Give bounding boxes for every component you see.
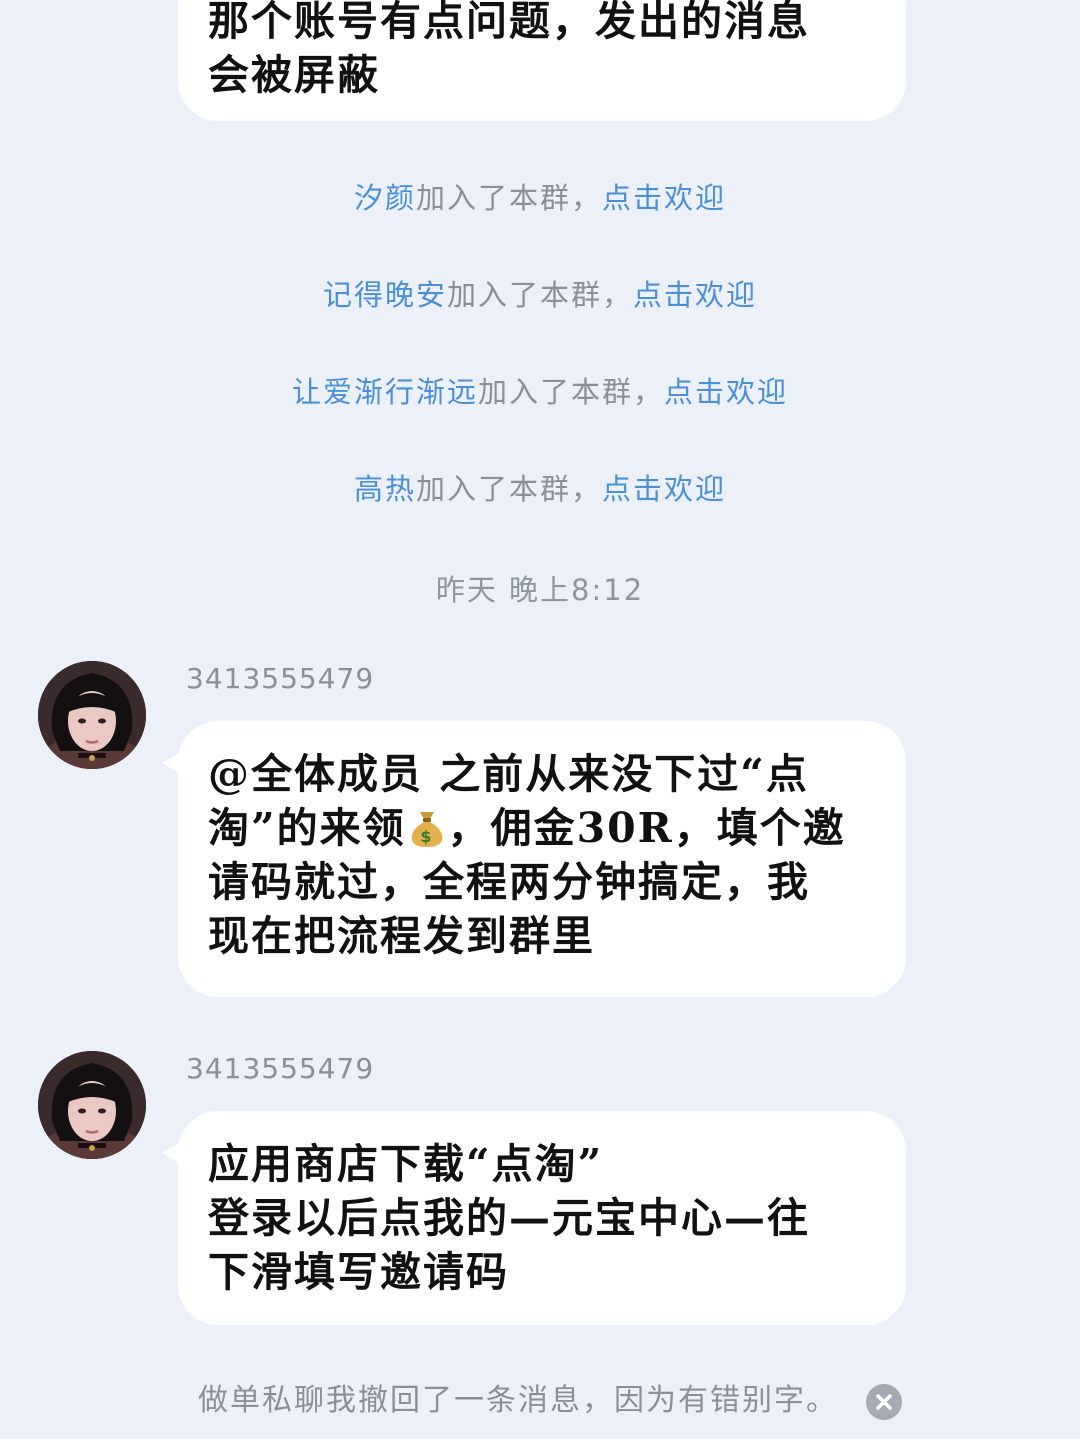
message-text: 那个账号有点问题，发出的消息 会被屏蔽 [208, 0, 810, 99]
sender-name[interactable]: 3413555479 [186, 1052, 374, 1085]
welcome-link[interactable]: 点击欢迎 [633, 278, 757, 312]
join-text: 加入了本群， [415, 472, 602, 506]
welcome-link[interactable]: 点击欢迎 [664, 375, 788, 409]
welcome-link[interactable]: 点击欢迎 [602, 181, 726, 215]
join-text: 加入了本群， [415, 181, 602, 215]
money-bag-icon: $ [408, 807, 446, 847]
avatar-portrait-icon [38, 1051, 146, 1159]
close-icon[interactable] [866, 1384, 902, 1420]
message-bubble[interactable]: 应用商店下载“点淘” 登录以后点我的—元宝中心—往 下滑填写邀请码 [162, 1111, 906, 1325]
message-bubble-top[interactable]: 那个账号有点问题，发出的消息 会被屏蔽 [178, 0, 906, 121]
message-bubble[interactable]: @全体成员 之前从来没下过“点 淘”的来领 $ ，佣金30R，填个邀 请码就过，… [162, 721, 906, 997]
svg-text:$: $ [420, 827, 433, 846]
join-notice: 高热加入了本群，点击欢迎 [0, 469, 1080, 509]
member-name-link[interactable]: 汐颜 [354, 181, 416, 215]
join-notice: 让爱渐行渐远加入了本群，点击欢迎 [0, 372, 1080, 412]
avatar-portrait-icon [38, 661, 146, 769]
avatar[interactable] [38, 1051, 146, 1159]
message-text: 应用商店下载“点淘” 登录以后点我的—元宝中心—往 下滑填写邀请码 [208, 1140, 810, 1296]
join-notice: 汐颜加入了本群，点击欢迎 [0, 178, 1080, 218]
timestamp: 昨天 晚上8:12 [435, 573, 645, 607]
recall-notice: 做单私聊我撤回了一条消息，因为有错别字。 [198, 1383, 838, 1418]
member-name-link[interactable]: 高热 [354, 472, 416, 506]
join-notice: 记得晚安加入了本群，点击欢迎 [0, 275, 1080, 315]
avatar[interactable] [38, 661, 146, 769]
sender-name[interactable]: 3413555479 [186, 662, 374, 695]
welcome-link[interactable]: 点击欢迎 [602, 472, 726, 506]
join-text: 加入了本群， [477, 375, 664, 409]
member-name-link[interactable]: 让爱渐行渐远 [292, 375, 478, 409]
member-name-link[interactable]: 记得晚安 [323, 278, 447, 312]
join-text: 加入了本群， [446, 278, 633, 312]
